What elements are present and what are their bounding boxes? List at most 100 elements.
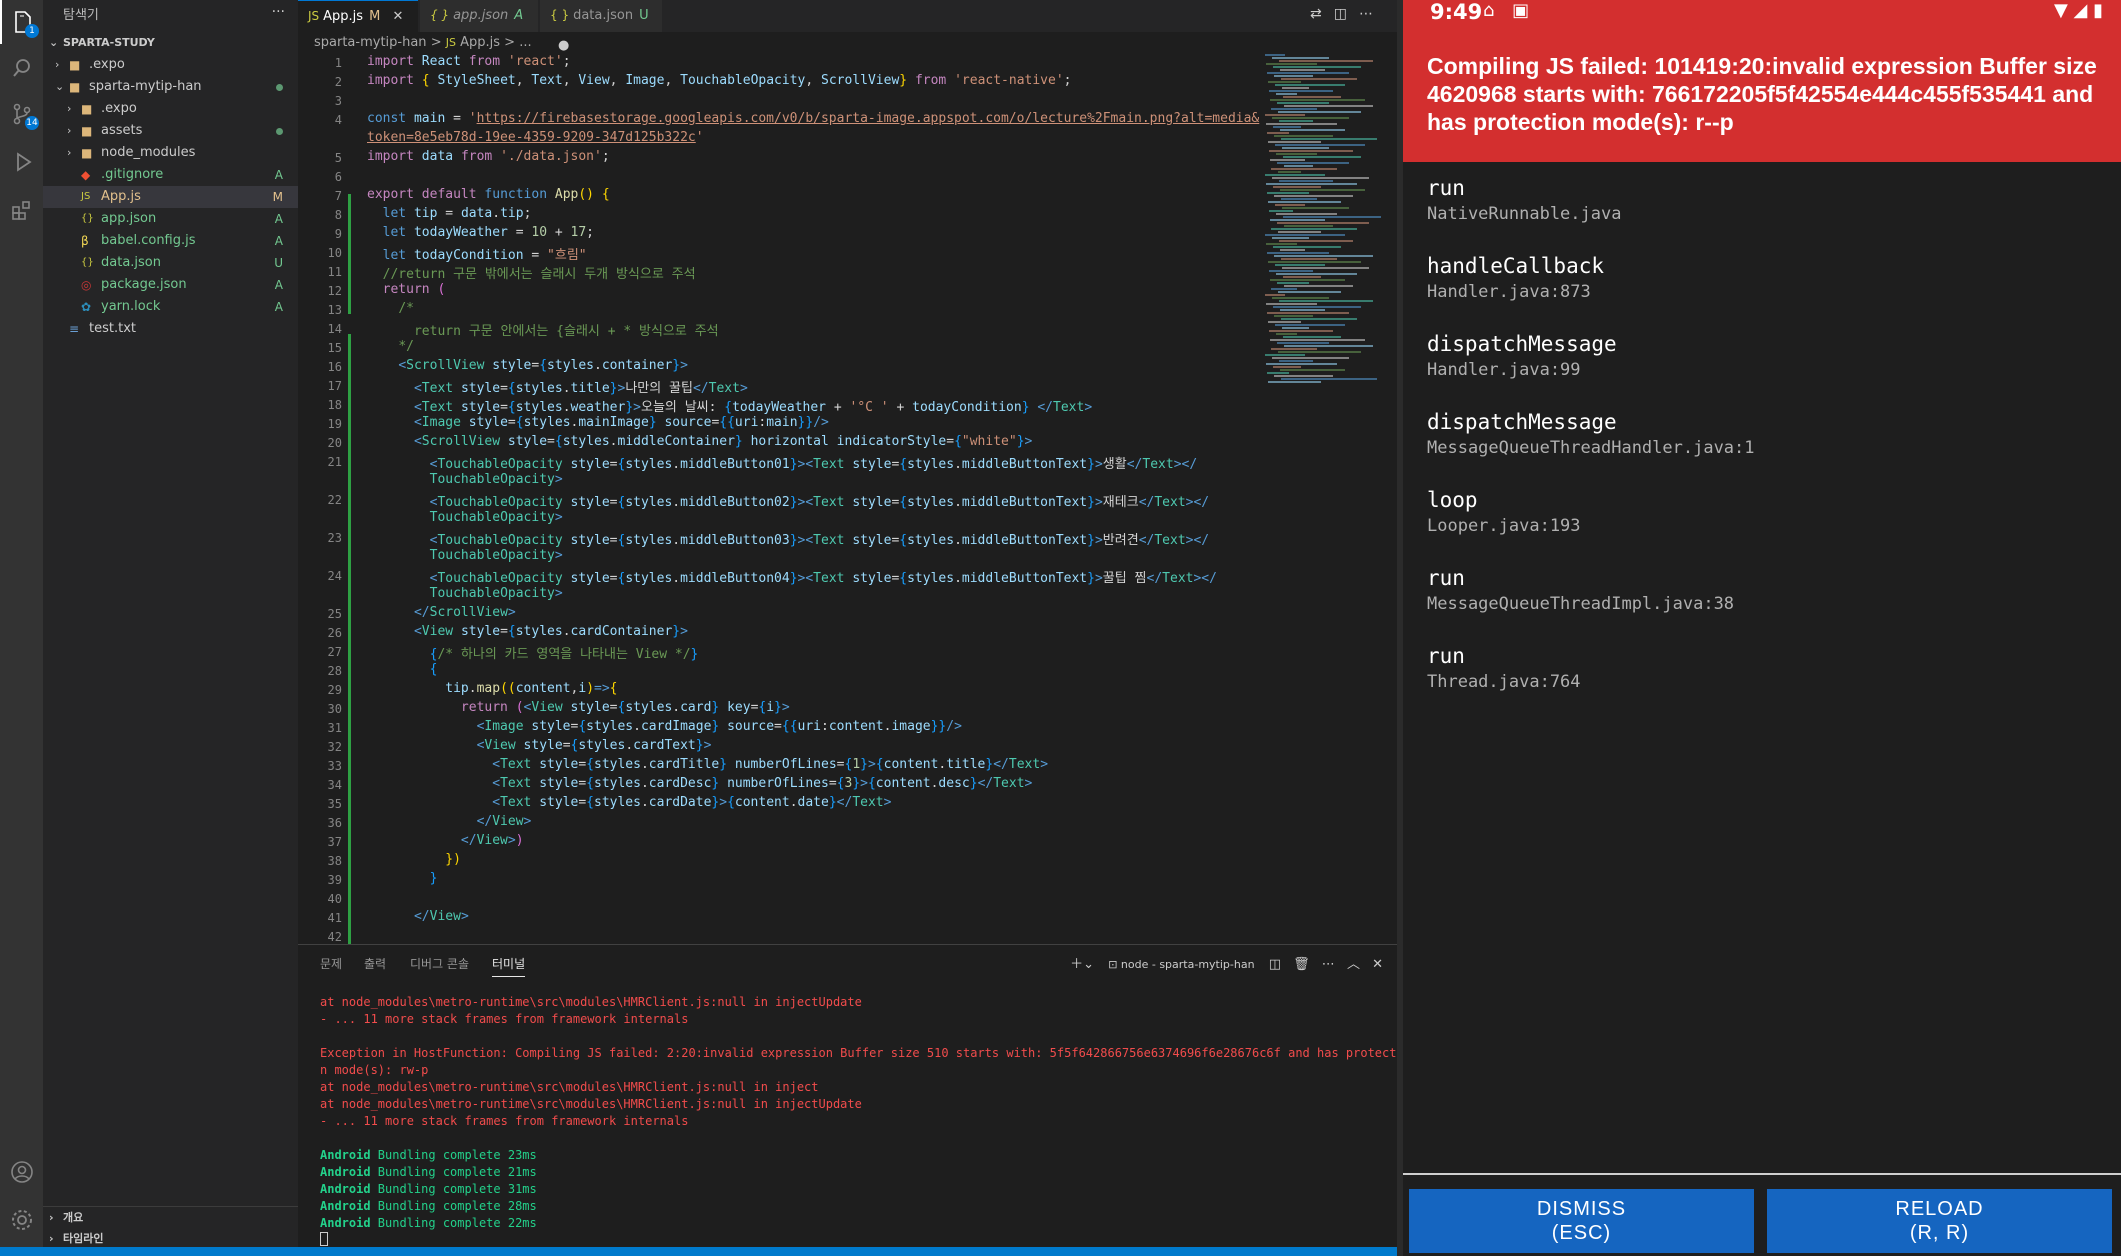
stack-frame[interactable]: handleCallback Handler.java:873 — [1427, 254, 1604, 302]
breadcrumb-folder[interactable]: sparta-mytip-han — [314, 35, 427, 50]
tab-terminal[interactable]: 터미널 — [492, 955, 526, 977]
terminal-line-prefix: Android — [320, 1182, 371, 1196]
code-line: <TouchableOpacity style={styles.middleBu… — [429, 495, 1210, 510]
tree-item[interactable]: ⌄ ■ sparta-mytip-han — [43, 76, 298, 98]
workspace-header[interactable]: ⌄ SPARTA-STUDY — [43, 32, 298, 54]
more-actions-icon[interactable]: ⋯ — [1322, 957, 1335, 972]
tree-item[interactable]: ✿ yarn.lock A — [43, 296, 298, 318]
terminal-selector[interactable]: ⊡ node - sparta-mytip-han — [1108, 958, 1254, 971]
line-number: 8 — [334, 208, 342, 222]
tree-item-label: app.json — [101, 211, 157, 226]
extensions-icon[interactable] — [0, 188, 43, 232]
tree-item[interactable]: JS App.js M — [43, 186, 298, 208]
line-number: 15 — [327, 341, 342, 355]
breadcrumb-tail[interactable]: > ... — [504, 35, 531, 50]
tab-problems[interactable]: 문제 — [320, 955, 342, 972]
stack-frame[interactable]: run NativeRunnable.java — [1427, 176, 1621, 224]
stack-frame[interactable]: loop Looper.java:193 — [1427, 488, 1581, 536]
code-editor[interactable]: 1 import React from 'react'; 2 import { … — [298, 54, 1397, 944]
maximize-panel-icon[interactable]: ︿ — [1347, 957, 1360, 972]
stack-frame[interactable]: run Thread.java:764 — [1427, 644, 1581, 692]
terminal-name: node - sparta-mytip-han — [1120, 958, 1255, 971]
code-line: export default function App() { — [367, 187, 610, 202]
reload-button[interactable]: RELOAD (R, R) — [1767, 1189, 2112, 1253]
minimap-line — [1267, 192, 1309, 194]
minimap-line — [1277, 102, 1329, 104]
stack-frame[interactable]: dispatchMessage MessageQueueThreadHandler… — [1427, 410, 1755, 458]
tree-item[interactable]: {} data.json U — [43, 252, 298, 274]
more-actions-icon[interactable]: ⋯ — [1359, 6, 1385, 22]
new-terminal-icon[interactable]: ＋⌄ — [1070, 957, 1094, 972]
stack-frame-method: dispatchMessage — [1427, 410, 1617, 434]
minimap-line — [1279, 180, 1333, 182]
tree-item[interactable]: › ■ .expo — [43, 98, 298, 120]
split-editor-icon[interactable]: ◫ — [1334, 6, 1359, 22]
more-actions-icon[interactable]: ··· — [272, 4, 285, 20]
minimap-line — [1280, 129, 1345, 131]
terminal-line: - ... 11 more stack frames from framewor… — [320, 1114, 689, 1128]
tab-data-json[interactable]: { } data.json U ● — [540, 0, 662, 53]
code-line: <TouchableOpacity style={styles.middleBu… — [429, 457, 1198, 472]
minimap-line — [1279, 360, 1313, 362]
tree-item[interactable]: › ■ node_modules — [43, 142, 298, 164]
minimap-line — [1281, 258, 1337, 260]
tab-output[interactable]: 출력 — [364, 955, 386, 972]
minimap[interactable] — [1265, 54, 1385, 394]
minimap-line — [1284, 285, 1353, 287]
minimap-line — [1273, 366, 1301, 368]
code-line: //return 구문 밖에서는 슬래시 두개 방식으로 주석 — [382, 267, 696, 282]
code-line: TouchableOpacity> — [429, 548, 563, 563]
minimap-line — [1276, 93, 1297, 95]
tree-item[interactable]: ◆ .gitignore A — [43, 164, 298, 186]
stack-frame-method: loop — [1427, 488, 1478, 512]
tree-item[interactable]: › ■ .expo — [43, 54, 298, 76]
tree-item-label: assets — [101, 123, 143, 138]
tab-app-json[interactable]: { } app.json A — [420, 0, 538, 32]
tree-item[interactable]: › ■ assets — [43, 120, 298, 142]
minimap-line — [1276, 153, 1317, 155]
stack-frame[interactable]: run MessageQueueThreadImpl.java:38 — [1427, 566, 1734, 614]
stack-frame[interactable]: dispatchMessage Handler.java:99 — [1427, 332, 1617, 380]
minimap-line — [1273, 66, 1361, 68]
tree-item-label: test.txt — [89, 321, 136, 336]
trash-icon[interactable]: 🗑 — [1293, 957, 1310, 972]
bottom-panel: 문제 출력 디버그 콘솔 터미널 ＋⌄ ⊡ node - sparta-myti… — [298, 944, 1411, 1247]
minimap-line — [1274, 195, 1353, 197]
minimap-line — [1268, 81, 1301, 83]
chevron-right-icon: › — [55, 58, 60, 71]
dismiss-button[interactable]: DISMISS (ESC) — [1409, 1189, 1754, 1253]
tree-item[interactable]: {} app.json A — [43, 208, 298, 230]
settings-gear-icon[interactable] — [0, 1198, 43, 1242]
tab-app-js[interactable]: JS App.js M ✕ — [298, 0, 418, 32]
minimap-line — [1269, 150, 1353, 152]
error-message: Compiling JS failed: 101419:20:invalid e… — [1427, 53, 2097, 135]
account-icon[interactable] — [0, 1150, 43, 1194]
compare-changes-icon[interactable]: ⇄ — [1310, 6, 1334, 22]
code-line: }) — [445, 852, 461, 867]
close-panel-icon[interactable]: ✕ — [1372, 957, 1383, 972]
close-icon[interactable]: ✕ — [392, 9, 403, 24]
terminal-cursor — [320, 1232, 328, 1246]
line-number: 40 — [327, 892, 342, 906]
minimap-line — [1272, 357, 1349, 359]
run-debug-icon[interactable] — [0, 140, 43, 184]
json-file-icon: {} — [81, 257, 94, 268]
git-status: A — [274, 212, 283, 226]
line-number: 39 — [327, 873, 342, 887]
tab-debug-console[interactable]: 디버그 콘솔 — [410, 955, 469, 972]
breadcrumb-file[interactable]: App.js — [460, 35, 500, 50]
minimap-line — [1278, 111, 1361, 113]
code-line: tip.map((content,i)=>{ — [445, 681, 618, 696]
status-time: 9:49 — [1430, 0, 1483, 24]
line-number: 30 — [327, 702, 342, 716]
split-terminal-icon[interactable]: ◫ — [1269, 957, 1281, 972]
line-number: 3 — [334, 94, 342, 108]
explorer-icon[interactable]: 1 — [0, 0, 43, 44]
source-control-icon[interactable]: 14 — [0, 92, 43, 136]
tree-item[interactable]: β babel.config.js A — [43, 230, 298, 252]
outline-section[interactable]: › 개요 — [43, 1206, 298, 1228]
tree-item[interactable]: ≡ test.txt — [43, 318, 298, 340]
stack-frame-method: handleCallback — [1427, 254, 1605, 278]
tree-item[interactable]: ◎ package.json A — [43, 274, 298, 296]
search-icon[interactable] — [0, 46, 43, 90]
